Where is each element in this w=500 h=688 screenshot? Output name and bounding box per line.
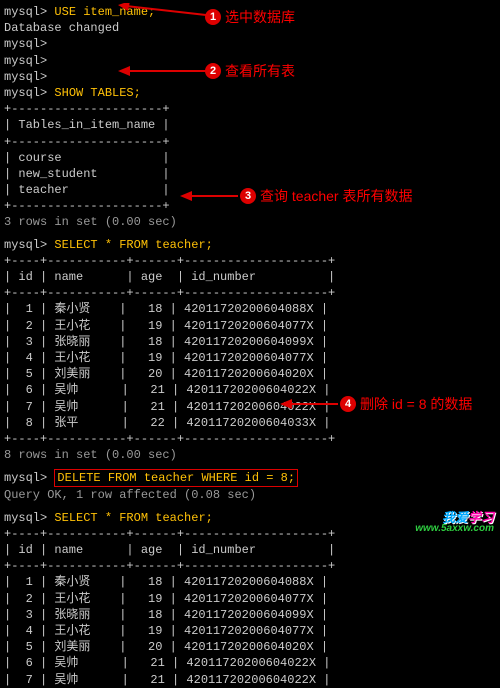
table-header: | Tables_in_item_name | (4, 117, 496, 133)
table-row: | 2 | 王小花 | 19 | 42011720200604077X | (4, 591, 496, 607)
highlighted-command: DELETE FROM teacher WHERE id = 8; (54, 469, 298, 487)
table-sep: +----+-----------+------+---------------… (4, 558, 496, 574)
annotation-badge: 3 (240, 188, 256, 204)
table-sep: +---------------------+ (4, 101, 496, 117)
line: mysql> SELECT * FROM teacher; (4, 237, 496, 253)
table-row: | 7 | 吴帅 | 21 | 42011720200604022X | (4, 672, 496, 688)
annotation-text: 查询 teacher 表所有数据 (260, 187, 412, 206)
table-row: | 6 | 吴帅 | 21 | 42011720200604022X | (4, 655, 496, 671)
table-row: | new_student | (4, 166, 496, 182)
annotation: 2 查看所有表 (205, 62, 295, 81)
line: mysql> SHOW TABLES; (4, 85, 496, 101)
table-row: | 4 | 王小花 | 19 | 42011720200604077X | (4, 623, 496, 639)
table-row: | 4 | 王小花 | 19 | 42011720200604077X | (4, 350, 496, 366)
table-row: | 5 | 刘美丽 | 20 | 42011720200604020X | (4, 366, 496, 382)
watermark: 我爱学习 www.5axxw.com (415, 511, 494, 534)
annotation-badge: 2 (205, 63, 221, 79)
line: 8 rows in set (0.00 sec) (4, 447, 496, 463)
table-sep: +----+-----------+------+---------------… (4, 431, 496, 447)
annotation-text: 选中数据库 (225, 8, 295, 27)
line: 3 rows in set (0.00 sec) (4, 214, 496, 230)
table-row: | 1 | 秦小贤 | 18 | 42011720200604088X | (4, 574, 496, 590)
annotation-text: 删除 id = 8 的数据 (360, 395, 472, 414)
table-row: | 8 | 张平 | 22 | 42011720200604033X | (4, 415, 496, 431)
table-header: | id | name | age | id_number | (4, 542, 496, 558)
annotation-text: 查看所有表 (225, 62, 295, 81)
table-sep: +---------------------+ (4, 134, 496, 150)
line: mysql> (4, 36, 496, 52)
annotation-badge: 4 (340, 396, 356, 412)
table-row: | 3 | 张晓丽 | 18 | 42011720200604099X | (4, 607, 496, 623)
line: Query OK, 1 row affected (0.08 sec) (4, 487, 496, 503)
annotation: 3 查询 teacher 表所有数据 (240, 187, 412, 206)
annotation-badge: 1 (205, 9, 221, 25)
terminal[interactable]: mysql> USE item_name; Database changed m… (4, 4, 496, 688)
annotation: 1 选中数据库 (205, 8, 295, 27)
table-row: | 2 | 王小花 | 19 | 42011720200604077X | (4, 318, 496, 334)
table-row: | 1 | 秦小贤 | 18 | 42011720200604088X | (4, 301, 496, 317)
table-sep: +----+-----------+------+---------------… (4, 253, 496, 269)
table-row: | course | (4, 150, 496, 166)
table-header: | id | name | age | id_number | (4, 269, 496, 285)
table-sep: +----+-----------+------+---------------… (4, 285, 496, 301)
annotation: 4 删除 id = 8 的数据 (340, 395, 472, 414)
table-row: | 3 | 张晓丽 | 18 | 42011720200604099X | (4, 334, 496, 350)
table-row: | 5 | 刘美丽 | 20 | 42011720200604020X | (4, 639, 496, 655)
line: mysql> DELETE FROM teacher WHERE id = 8; (4, 469, 496, 487)
